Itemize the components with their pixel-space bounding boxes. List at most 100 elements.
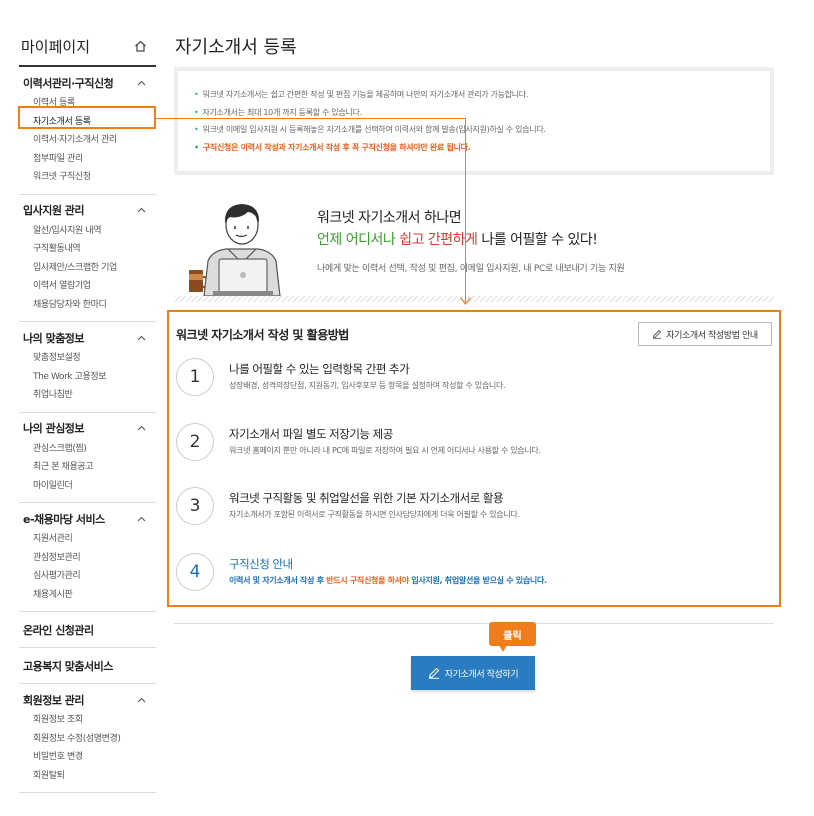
divider	[174, 623, 774, 624]
hero-tagline: 언제 어디서나 쉽고 간편하게 나를 어필할 수 있다!	[317, 229, 624, 253]
bullet-icon: •	[194, 90, 199, 99]
page-title: 자기소개서 등록	[175, 36, 297, 58]
sidebar-item[interactable]: 심사평가관리	[19, 567, 156, 586]
step-desc-part: 입사지원, 취업알선을 받으실 수 있습니다.	[411, 576, 547, 585]
sidebar-section-title: e-채용마당 서비스	[23, 512, 105, 526]
sidebar-item[interactable]: 비밀번호 변경	[19, 748, 156, 767]
sidebar-section-head[interactable]: 입사지원 관리	[19, 201, 156, 220]
hero-tagline-green: 언제 어디서나	[317, 232, 396, 248]
step-desc: 워크넷 홈페이지 뿐만 아니라 내 PC에 파일로 저장하여 필요 시 언제 어…	[229, 446, 541, 455]
sidebar-section-title: 고용복지 맞춤서비스	[23, 659, 113, 673]
sidebar-item[interactable]: 알선/입사지원 내역	[19, 222, 156, 241]
callout-connector	[156, 118, 466, 119]
sidebar-section-head[interactable]: 이력서관리·구직신청	[19, 73, 156, 92]
sidebar-item[interactable]: 입사제안/스크랩한 기업	[19, 259, 156, 278]
chevron-up-icon[interactable]	[134, 205, 148, 215]
notice-text: 구직신청은 이력서 작성과 자기소개서 작성 후 꼭 구직신청을 하셔야만 완료…	[202, 142, 471, 152]
sidebar-section-apply: 입사지원 관리 알선/입사지원 내역 구직활동내역 입사제안/스크랩한 기업 이…	[19, 195, 156, 322]
notice-item-warning: • 구직신청은 이력서 작성과 자기소개서 작성 후 꼭 구직신청을 하셔야만 완…	[194, 139, 756, 157]
bullet-icon: •	[194, 142, 199, 152]
sidebar-section-title: 나의 맞춤정보	[23, 331, 85, 345]
sidebar-item[interactable]: 이력서 열람기업	[19, 277, 156, 296]
sidebar-section-resume: 이력서관리·구직신청 이력서 등록 자기소개서 등록 이력서·자기소개서 관리 …	[19, 67, 156, 195]
callout-connector	[465, 118, 466, 303]
step-number: 3	[176, 487, 214, 525]
sidebar-section-online: 온라인 신청관리	[19, 612, 156, 648]
sidebar-section-title: 나의 관심정보	[23, 422, 85, 435]
sidebar-item[interactable]: 회원탈퇴	[19, 767, 156, 786]
step-desc: 이력서 및 자기소개서 작성 후 반드시 구직신청을 하셔야 입사지원, 취업알…	[229, 575, 547, 586]
write-cover-letter-button[interactable]: 자기소개서 작성하기	[411, 656, 535, 690]
main-content: 자기소개서 등록 • 워크넷 자기소개서는 쉽고 간편한 작성 및 편집 기능을 …	[174, 27, 774, 302]
sidebar-item[interactable]: 첨부파일 관리	[19, 150, 156, 169]
sidebar-section-welfare: 고용복지 맞춤서비스	[19, 648, 156, 684]
active-item-highlight	[18, 106, 156, 129]
guide-button[interactable]: 자기소개서 작성방법 안내	[638, 322, 772, 346]
hero-divider	[174, 296, 774, 302]
step-number: 4	[176, 553, 214, 591]
sidebar-item[interactable]: 회원정보 수정(성명변경)	[19, 730, 156, 749]
click-tooltip: 클릭	[489, 622, 536, 646]
pencil-icon	[653, 329, 662, 339]
sidebar-item[interactable]: 워크넷 구직신청	[19, 168, 156, 187]
sidebar-section-head[interactable]: 고용복지 맞춤서비스	[19, 656, 156, 675]
home-icon[interactable]	[130, 36, 150, 56]
person-laptop-illustration	[189, 204, 281, 296]
arrow-down-icon	[460, 297, 471, 305]
chevron-up-icon[interactable]	[134, 333, 148, 343]
chevron-up-icon[interactable]	[134, 78, 148, 88]
sidebar-section-head[interactable]: 나의 맞춤정보	[19, 328, 156, 347]
step-title: 자기소개서 파일 별도 저장기능 제공	[229, 427, 393, 441]
notice-box: • 워크넷 자기소개서는 쉽고 간편한 작성 및 편집 기능을 제공하며 나만의 …	[174, 67, 774, 175]
howto-step-1: 1 나를 어필할 수 있는 입력항목 간편 추가 성장배경, 성격의장단점, 지…	[176, 358, 766, 398]
notice-text: 워크넷 자기소개서는 쉽고 간편한 작성 및 편집 기능을 제공하며 나만의 자…	[202, 90, 529, 99]
sidebar-item[interactable]: 관심스크랩(찜)	[19, 440, 156, 459]
step-desc-part: 이력서 및 자기소개서 작성 후	[229, 576, 324, 585]
hero-tagline-rest: 나를 어필할 수 있다!	[481, 232, 598, 248]
sidebar-section-title: 회원정보 관리	[23, 693, 85, 707]
sidebar-title-text: 마이페이지	[21, 37, 91, 56]
sidebar-item[interactable]: 지원서관리	[19, 530, 156, 549]
notice-item: • 워크넷 자기소개서는 쉽고 간편한 작성 및 편집 기능을 제공하며 나만의 …	[194, 86, 756, 104]
sidebar-item[interactable]: 취업나침반	[19, 386, 156, 405]
sidebar-item[interactable]: 회원정보 조회	[19, 711, 156, 730]
sidebar-item[interactable]: 이력서·자기소개서 관리	[19, 131, 156, 150]
howto-section: 워크넷 자기소개서 작성 및 활용방법 자기소개서 작성방법 안내 1 나를 어…	[167, 310, 781, 607]
step-title: 나를 어필할 수 있는 입력항목 간편 추가	[229, 362, 410, 376]
howto-step-3: 3 워크넷 구직활동 및 취업알선을 위한 기본 자기소개서로 활용 자기소개서…	[176, 487, 766, 527]
bullet-icon: •	[194, 125, 199, 134]
notice-text: 자기소개서는 최대 10개 까지 등록할 수 있습니다.	[202, 107, 362, 117]
sidebar-section-title: 입사지원 관리	[23, 204, 85, 217]
sidebar-section-title: 이력서관리·구직신청	[23, 76, 114, 90]
sidebar-section-interest: 나의 관심정보 관심스크랩(찜) 최근 본 채용공고 마이일린더	[19, 413, 156, 503]
notice-item: • 워크넷 이메일 입사지원 시 등록해놓은 자기소개를 선택하여 이력서와 함께…	[194, 121, 756, 139]
bullet-icon: •	[194, 107, 199, 117]
sidebar-section-member: 회원정보 관리 회원정보 조회 회원정보 수정(성명변경) 비밀번호 변경 회원…	[19, 684, 156, 793]
chevron-up-icon[interactable]	[134, 423, 148, 433]
sidebar-section-head[interactable]: 회원정보 관리	[19, 690, 156, 709]
hero-subtext: 나에게 맞는 이력서 선택, 작성 및 편집, 이메일 입사지원, 내 PC로 …	[317, 264, 625, 274]
howto-title: 워크넷 자기소개서 작성 및 활용방법	[176, 328, 349, 342]
sidebar-item[interactable]: 채용게시판	[19, 586, 156, 605]
sidebar-item[interactable]: 최근 본 채용공고	[19, 458, 156, 477]
tooltip-tail	[499, 645, 507, 652]
sidebar-item[interactable]: 맞춤정보설정	[19, 349, 156, 368]
sidebar-item[interactable]: The Work 고용정보	[19, 368, 156, 387]
sidebar-section-title: 온라인 신청관리	[23, 623, 94, 637]
notice-text: 워크넷 이메일 입사지원 시 등록해놓은 자기소개를 선택하여 이력서와 함께 …	[202, 125, 546, 134]
sidebar-section-echannel: e-채용마당 서비스 지원서관리 관심정보관리 심사평가관리 채용게시판	[19, 503, 156, 612]
sidebar-section-head[interactable]: e-채용마당 서비스	[19, 509, 156, 528]
sidebar-section-head[interactable]: 온라인 신청관리	[19, 620, 156, 639]
step-number: 1	[176, 358, 214, 396]
sidebar-item[interactable]: 관심정보관리	[19, 549, 156, 568]
chevron-up-icon[interactable]	[134, 695, 148, 705]
sidebar-item[interactable]: 구직활동내역	[19, 240, 156, 259]
sidebar-item[interactable]: 채용담당자와 한마디	[19, 296, 156, 315]
hero-headline: 워크넷 자기소개서 하나면	[317, 210, 462, 226]
step-desc: 성장배경, 성격의장단점, 지원동기, 입사후포부 등 항목을 설정하여 작성할…	[229, 381, 506, 390]
sidebar-item[interactable]: 마이일린더	[19, 477, 156, 496]
pencil-icon	[428, 667, 440, 679]
step-number: 2	[176, 423, 214, 461]
sidebar-section-head[interactable]: 나의 관심정보	[19, 419, 156, 438]
chevron-up-icon[interactable]	[134, 514, 148, 524]
